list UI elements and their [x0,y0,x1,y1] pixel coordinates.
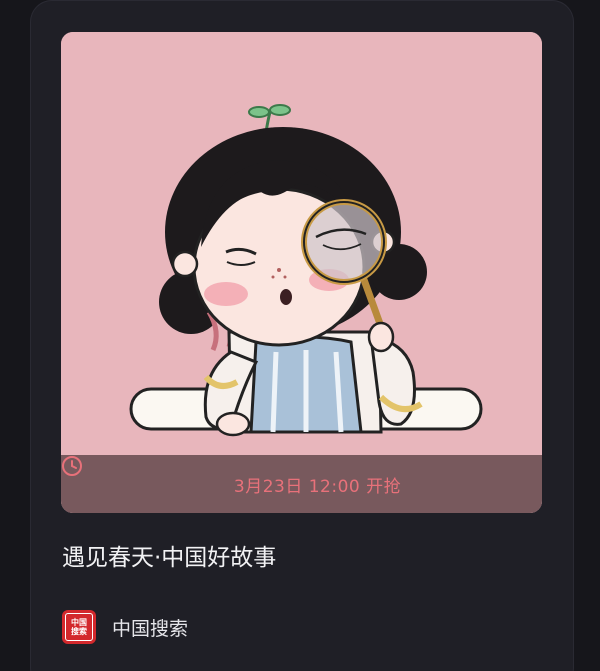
clock-icon [62,456,224,495]
sale-time-bar: 3月23日 12:00 开抢 [61,455,542,513]
card-title[interactable]: 遇见春天·中国好故事 [62,538,276,572]
author-row[interactable]: 中国 搜索 中国搜索 [62,610,188,644]
girl-illustration [61,32,542,513]
page: 3月23日 12:00 开抢 遇见春天·中国好故事 中国 搜索 中国搜索 [0,0,600,671]
china-search-logo-icon: 中国 搜索 [62,610,96,644]
logo-text-line2: 搜索 [71,627,87,636]
logo-text-line1: 中国 [71,618,87,627]
author-name: 中国搜索 [112,617,189,640]
cover-image[interactable]: 3月23日 12:00 开抢 [61,32,542,513]
sale-time-text: 3月23日 12:00 开抢 [233,476,402,497]
